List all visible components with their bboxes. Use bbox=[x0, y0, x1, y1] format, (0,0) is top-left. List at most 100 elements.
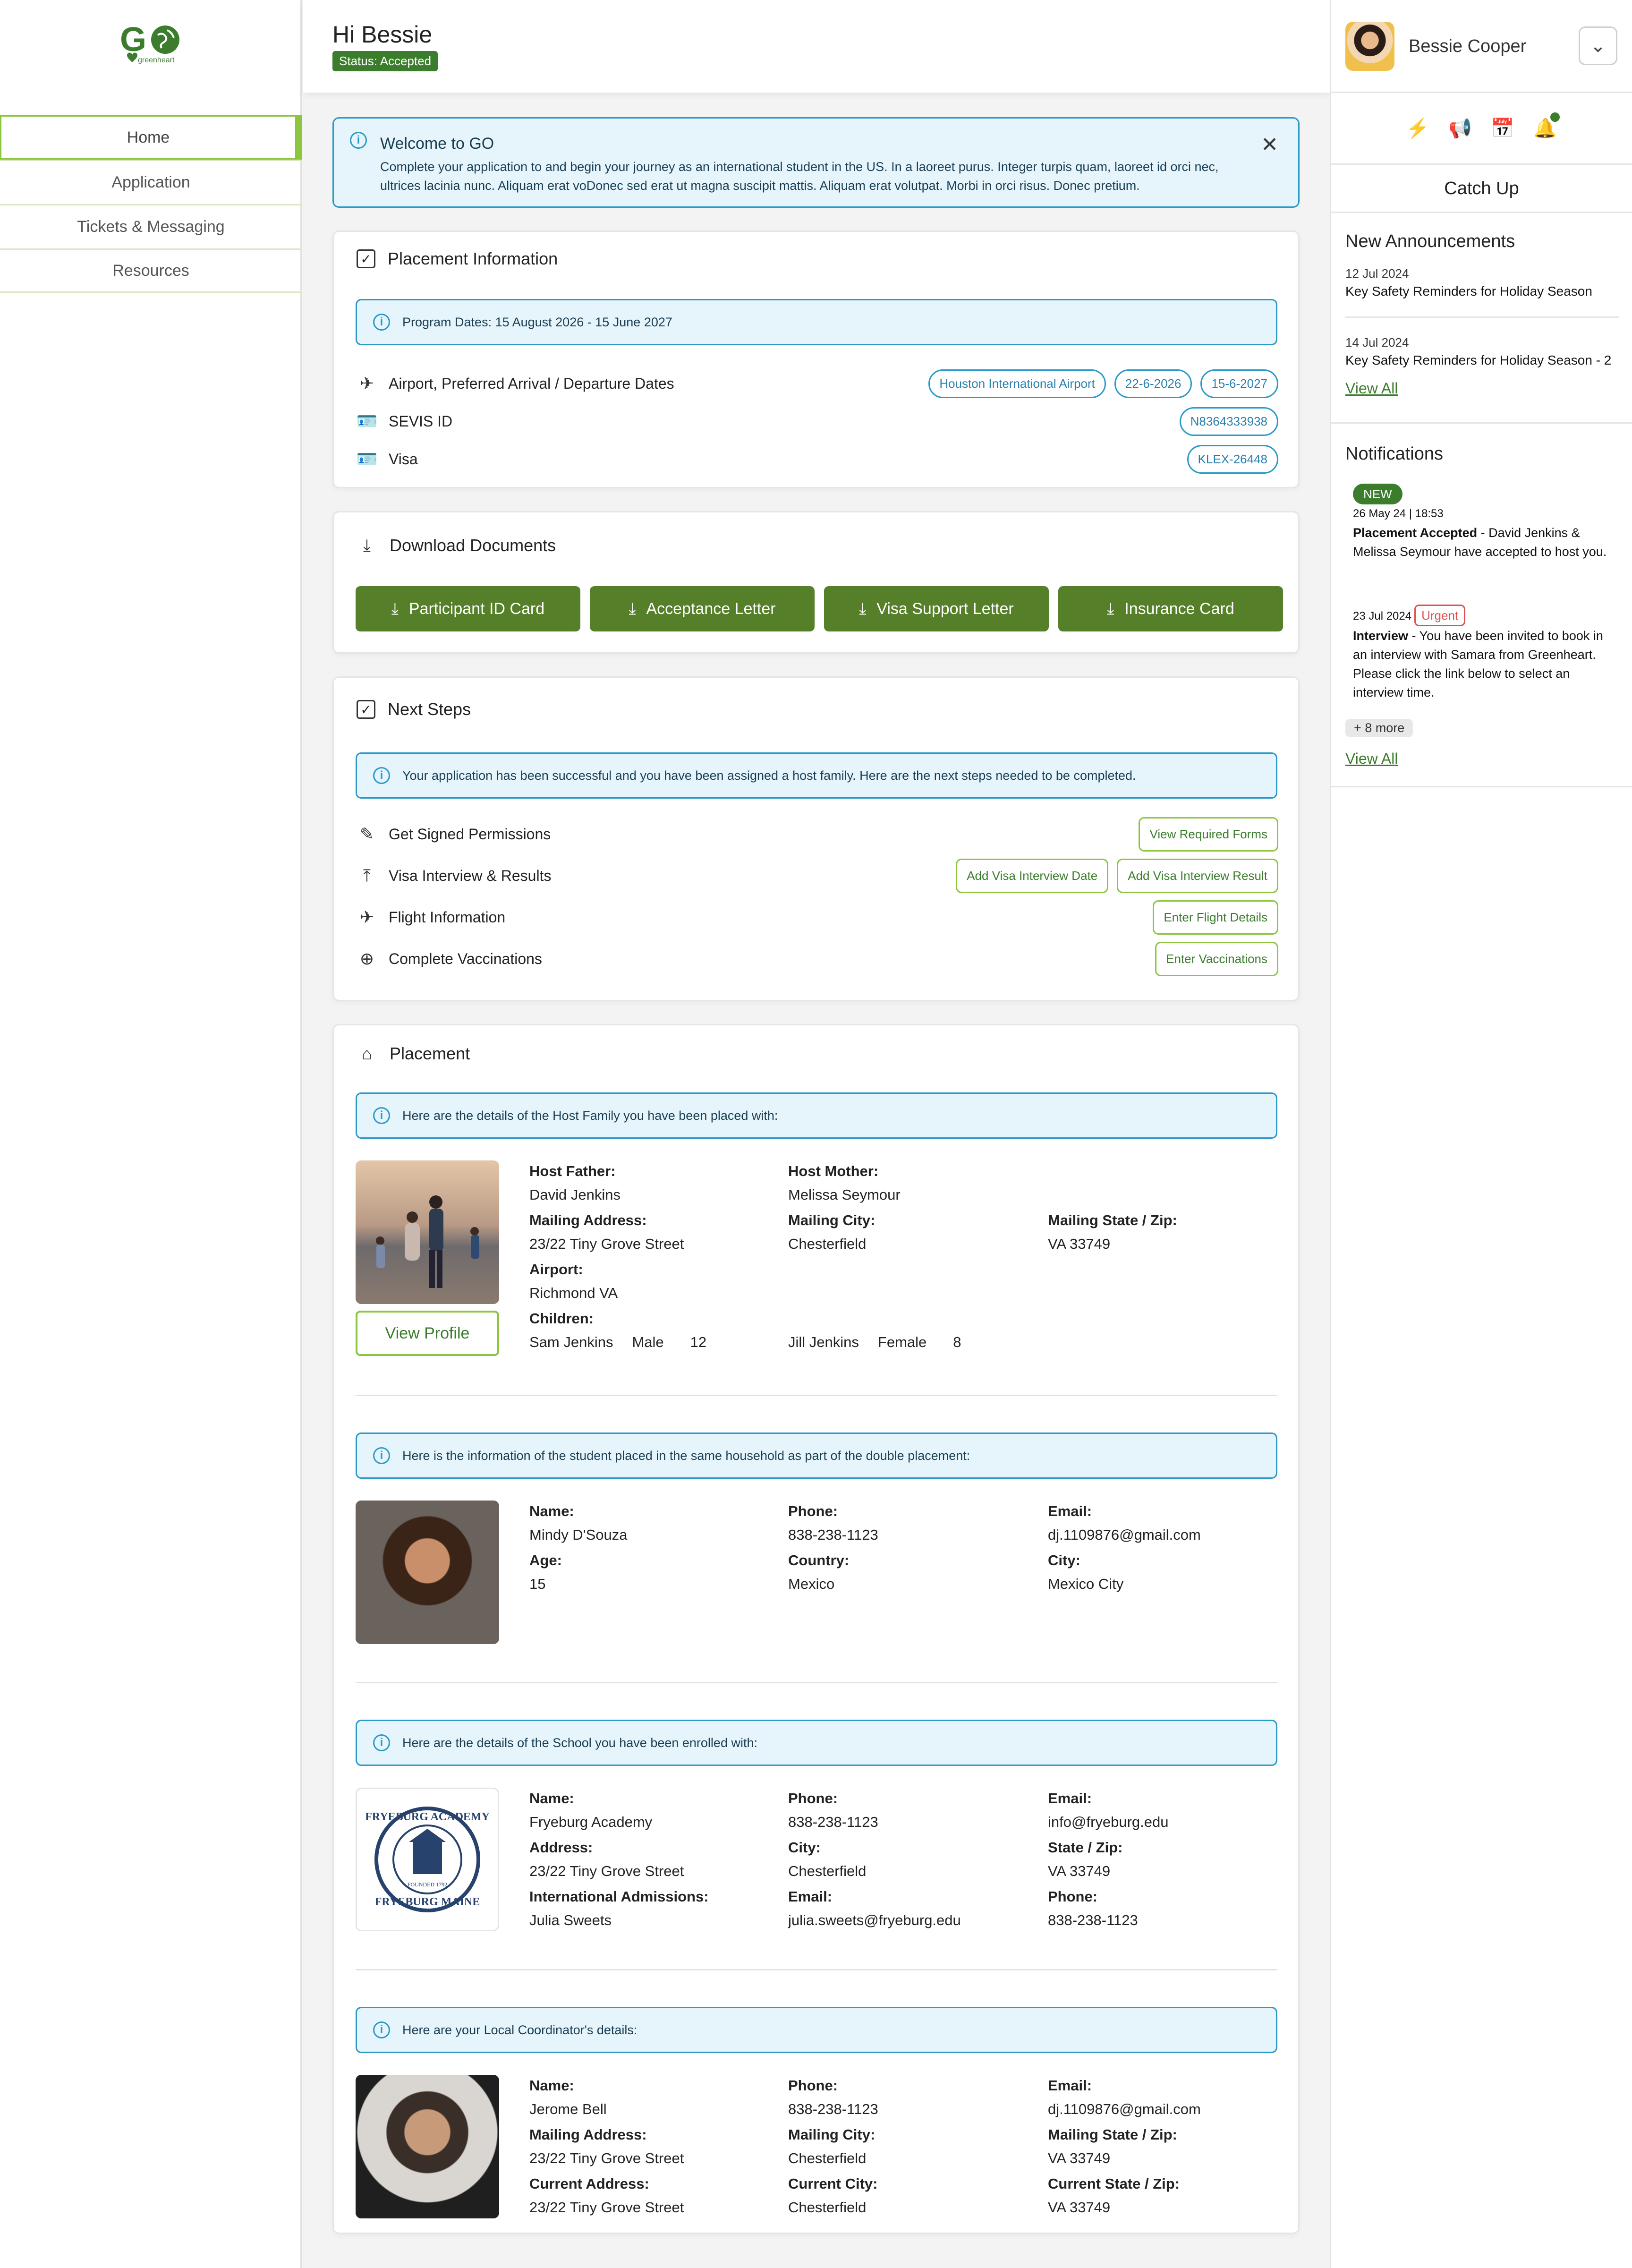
close-icon[interactable]: ✕ bbox=[1261, 133, 1278, 157]
step-row: ⤒ Visa Interview & Results Add Visa Inter… bbox=[357, 858, 1278, 893]
student-name-field: Name: Mindy D'Souza bbox=[529, 1503, 628, 1543]
mailing-state-field: Mailing State / Zip: VA 33749 bbox=[1048, 1212, 1177, 1252]
download-icon: ⤓ bbox=[391, 599, 399, 618]
info-icon: i bbox=[373, 1447, 390, 1464]
children-label: Children: bbox=[529, 1310, 594, 1327]
info-icon: i bbox=[373, 314, 390, 331]
svg-text:FRYEBURG MAINE: FRYEBURG MAINE bbox=[375, 1896, 480, 1908]
download-visa-support-letter-button[interactable]: ⤓ Visa Support Letter bbox=[824, 586, 1049, 631]
double-placement-info: i Here is the information of the student… bbox=[356, 1432, 1277, 1479]
vaccine-icon: ⊕ bbox=[359, 949, 374, 968]
school-phone-field: Phone: 838-238-1123 bbox=[788, 1790, 878, 1830]
download-participant-id-card-button[interactable]: ⤓ Participant ID Card bbox=[356, 586, 580, 631]
announcement-item[interactable]: 14 Jul 2024 Key Safety Reminders for Hol… bbox=[1345, 335, 1619, 368]
info-icon: i bbox=[373, 2021, 390, 2038]
greeting-title: Hi Bessie bbox=[332, 21, 433, 48]
nav-item-application[interactable]: Application bbox=[0, 160, 302, 204]
chevron-down-icon[interactable]: ⌄ bbox=[1579, 26, 1617, 65]
enter-vaccinations-button[interactable]: Enter Vaccinations bbox=[1155, 941, 1278, 976]
coord-phone-field: Phone: 838-238-1123 bbox=[788, 2077, 878, 2117]
svg-text:FRYEBURG ACADEMY: FRYEBURG ACADEMY bbox=[365, 1811, 490, 1823]
announcements-title: New Announcements bbox=[1345, 231, 1515, 251]
card-title: Placement bbox=[390, 1044, 470, 1063]
placement-card: ⌂ Placement i Here are the details of th… bbox=[332, 1024, 1300, 2234]
section-divider bbox=[356, 1395, 1277, 1396]
announcement-item[interactable]: 12 Jul 2024 Key Safety Reminders for Hol… bbox=[1345, 266, 1619, 299]
mailing-address-field: Mailing Address: 23/22 Tiny Grove Street bbox=[529, 1212, 684, 1252]
app-root: G greenheart Home Application Tickets & … bbox=[0, 0, 1632, 2268]
school-info: i Here are the details of the School you… bbox=[356, 1720, 1277, 1766]
step-row: ✈ Flight Information Enter Flight Details bbox=[357, 900, 1278, 935]
go-greenheart-logo[interactable]: G greenheart bbox=[118, 19, 184, 71]
info-text: Here are the details of the Host Family … bbox=[402, 1108, 778, 1123]
next-steps-info-text: Your application has been successful and… bbox=[402, 768, 1136, 783]
step-label: Get Signed Permissions bbox=[389, 825, 551, 843]
status-badge: Status: Accepted bbox=[332, 51, 438, 71]
download-acceptance-letter-button[interactable]: ⤓ Acceptance Letter bbox=[590, 586, 815, 631]
intl-phone-field: Phone: 838-238-1123 bbox=[1048, 1888, 1138, 1928]
top-header: Hi Bessie Status: Accepted bbox=[303, 0, 1330, 93]
divider bbox=[1331, 422, 1632, 424]
divider bbox=[1331, 92, 1632, 93]
info-icon: i bbox=[373, 767, 390, 784]
coord-current-city-field: Current City: Chesterfield bbox=[788, 2175, 878, 2216]
coord-mailing-address-field: Mailing Address: 23/22 Tiny Grove Street bbox=[529, 2126, 684, 2166]
step-row: ⊕ Complete Vaccinations Enter Vaccination… bbox=[357, 941, 1278, 976]
house-icon: ⌂ bbox=[362, 1044, 372, 1063]
view-profile-button[interactable]: View Profile bbox=[356, 1311, 499, 1356]
quick-icons: ⚡ 📢 📅 🔔 bbox=[1406, 112, 1560, 140]
coord-current-state-field: Current State / Zip: VA 33749 bbox=[1048, 2175, 1180, 2216]
visa-pill: KLEX-26448 bbox=[1187, 444, 1278, 474]
view-required-forms-button[interactable]: View Required Forms bbox=[1139, 817, 1278, 852]
announcements-view-all-link[interactable]: View All bbox=[1345, 380, 1398, 397]
enter-flight-details-button[interactable]: Enter Flight Details bbox=[1153, 900, 1278, 935]
announcement-title: Key Safety Reminders for Holiday Season bbox=[1345, 284, 1592, 298]
notification-dot bbox=[1550, 112, 1560, 122]
school-email-field: Email: info@fryeburg.edu bbox=[1048, 1790, 1169, 1830]
nav-item-home[interactable]: Home bbox=[0, 115, 302, 160]
bell-icon[interactable]: 🔔 bbox=[1533, 112, 1560, 140]
coord-email-field: Email: dj.1109876@gmail.com bbox=[1048, 2077, 1201, 2117]
notification-item[interactable]: NEW 26 May 24 | 18:53 Placement Accepted… bbox=[1353, 484, 1617, 561]
welcome-body: Complete your application to and begin y… bbox=[380, 160, 1219, 193]
megaphone-icon[interactable]: 📢 bbox=[1448, 116, 1472, 140]
download-insurance-card-button[interactable]: ⤓ Insurance Card bbox=[1058, 586, 1283, 631]
section-divider bbox=[356, 1682, 1277, 1683]
card-title: Next Steps bbox=[388, 699, 471, 719]
school-address-field: Address: 23/22 Tiny Grove Street bbox=[529, 1839, 684, 1879]
id-card-icon: 🪪 bbox=[356, 411, 378, 431]
school-state-field: State / Zip: VA 33749 bbox=[1048, 1839, 1123, 1879]
school-city-field: City: Chesterfield bbox=[788, 1839, 867, 1879]
mailing-city-field: Mailing City: Chesterfield bbox=[788, 1212, 876, 1252]
nav-item-tickets-messaging[interactable]: Tickets & Messaging bbox=[0, 204, 302, 248]
departure-date-pill: 15-6-2027 bbox=[1200, 369, 1278, 398]
notification-item[interactable]: 23 Jul 2024 Urgent Interview - You have b… bbox=[1353, 605, 1617, 702]
host-family-photo bbox=[356, 1160, 499, 1304]
sevis-row: 🪪 SEVIS ID N8364333938 bbox=[357, 405, 1278, 438]
program-dates-text: Program Dates: 15 August 2026 - 15 June … bbox=[402, 315, 672, 329]
add-visa-interview-result-button[interactable]: Add Visa Interview Result bbox=[1117, 858, 1278, 893]
notifications-title: Notifications bbox=[1345, 444, 1443, 464]
download-icon: ⤓ bbox=[859, 599, 867, 618]
notifications-view-all-link[interactable]: View All bbox=[1345, 750, 1398, 767]
airport-field: Airport: Richmond VA bbox=[529, 1261, 618, 1301]
download-icon: ⤓ bbox=[629, 599, 636, 618]
info-text: Here are the details of the School you h… bbox=[402, 1735, 757, 1750]
calendar-icon[interactable]: 📅 bbox=[1491, 116, 1514, 140]
nav-item-resources[interactable]: Resources bbox=[0, 248, 302, 293]
host-mother-field: Host Mother: Melissa Seymour bbox=[788, 1163, 901, 1203]
welcome-banner: i Welcome to GO Complete your applicatio… bbox=[332, 117, 1300, 208]
flash-list-icon[interactable]: ⚡ bbox=[1406, 116, 1429, 140]
notification-date: 23 Jul 2024 bbox=[1353, 610, 1412, 622]
checkbox-icon: ✓ bbox=[357, 700, 375, 719]
section-divider bbox=[356, 1969, 1277, 1970]
pen-icon: ✎ bbox=[359, 824, 374, 844]
more-notifications-button[interactable]: + 8 more bbox=[1345, 719, 1413, 737]
student-age-field: Age: 15 bbox=[529, 1552, 562, 1592]
user-menu[interactable]: Bessie Cooper bbox=[1345, 22, 1526, 71]
student-country-field: Country: Mexico bbox=[788, 1552, 850, 1592]
add-visa-interview-date-button[interactable]: Add Visa Interview Date bbox=[956, 858, 1109, 893]
button-label: Acceptance Letter bbox=[646, 599, 776, 618]
divider bbox=[1331, 163, 1632, 165]
new-badge: NEW bbox=[1353, 484, 1402, 504]
